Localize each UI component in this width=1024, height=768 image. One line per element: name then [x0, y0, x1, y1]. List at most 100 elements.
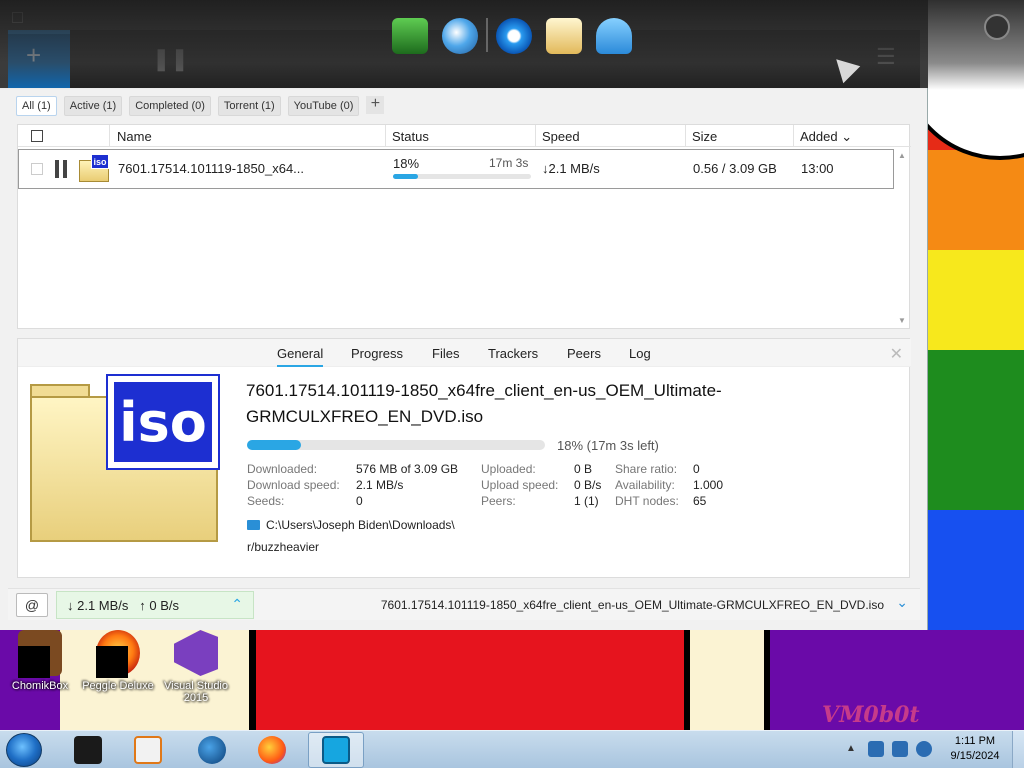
tab-peers[interactable]: Peers: [567, 346, 601, 361]
quick-launch-icons: [392, 18, 632, 54]
tab-trackers[interactable]: Trackers: [488, 346, 538, 361]
visual-studio-icon: [174, 630, 218, 676]
filter-tab-all[interactable]: All (1): [16, 96, 57, 116]
column-header-added[interactable]: Added ⌄: [800, 129, 852, 145]
taskbar-app-cmd[interactable]: [60, 732, 116, 768]
taskbar-app-firefox[interactable]: [244, 732, 300, 768]
column-separator: [685, 125, 686, 147]
tray-network-icon[interactable]: [868, 741, 884, 757]
row-progress-fill: [393, 174, 418, 179]
total-download-speed: ↓ 2.1 MB/s: [67, 598, 129, 613]
network-globe-icon[interactable]: [442, 18, 478, 54]
download-speed-label: Download speed:: [247, 478, 340, 492]
pause-icon[interactable]: [55, 160, 67, 178]
filter-tab-active[interactable]: Active (1): [63, 96, 123, 116]
column-header-size[interactable]: Size: [692, 129, 717, 144]
show-desktop-button[interactable]: [1012, 731, 1024, 768]
filter-tab-torrent[interactable]: Torrent (1): [217, 96, 281, 116]
seeds-value: 0: [356, 494, 363, 508]
status-bar: @ ↓ 2.1 MB/s ↑ 0 B/s ⌃ 7601.17514.101119…: [8, 588, 920, 620]
scroll-up-icon[interactable]: ▲: [897, 151, 907, 160]
wallpaper-red-shape: [250, 625, 690, 735]
details-panel: General Progress Files Trackers Peers Lo…: [17, 338, 911, 578]
row-status-percent: 18%: [393, 156, 420, 171]
toolbox-icon[interactable]: [984, 14, 1010, 40]
total-upload-speed: ↑ 0 B/s: [139, 598, 180, 613]
desktop-icon-peggle[interactable]: Peggle Deluxe: [80, 630, 156, 692]
table-header: Name Status Speed Size Added ⌄: [18, 125, 911, 147]
column-separator: [385, 125, 386, 147]
select-all-checkbox[interactable]: [31, 130, 43, 142]
taskbar: ▲ 1:11 PM 9/15/2024: [0, 730, 1024, 768]
peers-value: 1 (1): [574, 494, 599, 508]
row-progress-bar: [393, 174, 531, 179]
tab-general[interactable]: General: [277, 346, 324, 367]
taskbar-app-media[interactable]: [120, 732, 176, 768]
tab-progress[interactable]: Progress: [351, 346, 403, 361]
tab-log[interactable]: Log: [629, 346, 651, 361]
download-tag: r/buzzheavier: [247, 540, 320, 554]
stat-values-col3: 0 1.000 65: [693, 461, 723, 509]
taskbar-app-fdm[interactable]: [308, 732, 364, 768]
fdm-window: + ❚❚ ☰ All (1) Active (1) Completed (0) …: [0, 0, 928, 630]
iso-badge: iso: [106, 374, 220, 470]
media-player-icon: [134, 736, 162, 764]
snail-mode-icon[interactable]: @: [16, 593, 48, 617]
show-hidden-icons-icon[interactable]: ▲: [846, 743, 856, 754]
users-icon[interactable]: [596, 18, 632, 54]
table-scrollbar[interactable]: ▲ ▼: [897, 151, 907, 325]
dht-nodes-label: DHT nodes:: [615, 494, 679, 508]
row-name: 7601.17514.101119-1850_x64...: [118, 161, 305, 176]
filter-tab-completed[interactable]: Completed (0): [129, 96, 211, 116]
quick-launch-overlay: [0, 0, 1024, 90]
mail-folder-icon[interactable]: [546, 18, 582, 54]
row-checkbox[interactable]: [31, 163, 43, 175]
download-path-link[interactable]: C:\Users\Joseph Biden\Downloads\: [266, 518, 455, 532]
filter-tab-youtube[interactable]: YouTube (0): [287, 96, 360, 116]
desktop-icon-label: ChomikBox: [11, 680, 69, 692]
start-button[interactable]: [6, 733, 42, 767]
close-details-icon[interactable]: ✕: [890, 344, 903, 364]
mouse-cursor-icon: [827, 50, 861, 84]
peers-label: Peers:: [481, 494, 516, 508]
folder-icon: [247, 520, 260, 530]
row-status-eta: 17m 3s: [489, 156, 529, 170]
column-separator: [109, 125, 110, 147]
filter-tabs: All (1) Active (1) Completed (0) Torrent…: [16, 96, 385, 116]
row-size: 0.56 / 3.09 GB: [693, 161, 777, 176]
peggle-icon: [96, 630, 140, 678]
taskbar-app-browser[interactable]: [184, 732, 240, 768]
upload-speed-value: 0 B/s: [574, 478, 602, 492]
speed-summary-text: ↓ 2.1 MB/s ↑ 0 B/s: [67, 598, 179, 613]
column-separator: [535, 125, 536, 147]
row-speed: ↓2.1 MB/s: [542, 161, 600, 176]
column-header-status[interactable]: Status: [392, 129, 429, 144]
internet-explorer-icon[interactable]: [496, 18, 532, 54]
download-progress-bar: [247, 440, 545, 450]
clock-time: 1:11 PM: [954, 735, 996, 747]
redaction-box: [96, 646, 128, 678]
chomikbox-icon: [18, 630, 62, 678]
tray-monitor-icon[interactable]: [892, 741, 908, 757]
add-filter-button[interactable]: +: [366, 96, 385, 114]
chevron-down-icon[interactable]: ⌄: [896, 594, 908, 611]
speed-summary[interactable]: ↓ 2.1 MB/s ↑ 0 B/s ⌃: [56, 591, 254, 619]
scroll-down-icon[interactable]: ▼: [897, 316, 907, 325]
table-row[interactable]: iso 7601.17514.101119-1850_x64... 18% 17…: [18, 149, 894, 189]
column-header-name[interactable]: Name: [117, 129, 152, 144]
stat-values-col2: 0 B 0 B/s 1 (1): [574, 461, 601, 509]
desktop-icon-chomikbox[interactable]: ChomikBox: [2, 630, 78, 692]
column-header-speed[interactable]: Speed: [542, 129, 580, 144]
stat-values-col1: 576 MB of 3.09 GB 2.1 MB/s 0: [356, 461, 458, 509]
stat-labels-col3: Share ratio: Availability: DHT nodes:: [615, 461, 679, 509]
desktop-icon-label: Peggle Deluxe: [82, 680, 154, 692]
clock[interactable]: 1:11 PM 9/15/2024: [946, 734, 1004, 764]
availability-label: Availability:: [615, 478, 675, 492]
column-separator: [793, 125, 794, 147]
status-file-name: 7601.17514.101119-1850_x64fre_client_en-…: [380, 598, 884, 612]
tray-volume-icon[interactable]: [916, 741, 932, 757]
spreadsheet-icon[interactable]: [392, 18, 428, 54]
wallpaper-signature: VM0b0t: [822, 702, 920, 728]
tab-files[interactable]: Files: [432, 346, 459, 361]
desktop-icon-visual-studio[interactable]: Visual Studio 2015: [158, 630, 234, 704]
